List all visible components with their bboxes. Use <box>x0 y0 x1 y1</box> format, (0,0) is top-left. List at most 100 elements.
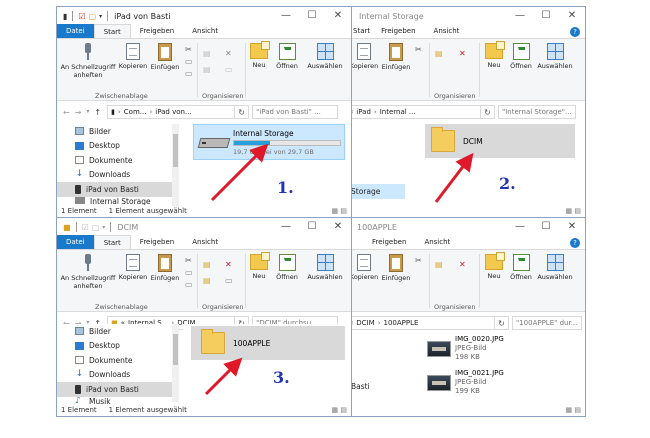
back-icon[interactable]: ← <box>63 108 70 117</box>
search-input[interactable]: "iPad von Basti" ... <box>252 105 339 119</box>
open-button[interactable]: Öffnen <box>508 254 534 281</box>
search-input[interactable]: "Internal Storage"... <box>498 105 576 119</box>
new-button[interactable]: Neu <box>483 41 505 69</box>
close-button[interactable]: ✕ <box>325 7 351 25</box>
new-folder-small-icon[interactable]: ▢ <box>89 12 97 21</box>
breadcrumb[interactable]: « DCIM › 100APPLE <box>345 316 495 330</box>
drive-item-internal-storage[interactable]: Internal Storage 19,7 GB frei von 29,7 G… <box>193 124 345 160</box>
copy-button[interactable]: Kopieren <box>117 254 149 281</box>
recent-dropdown-icon[interactable]: ▾ <box>86 108 89 117</box>
forward-icon[interactable]: → <box>75 108 82 117</box>
tab-ansicht[interactable]: Ansicht <box>183 235 227 249</box>
copy-to-icon[interactable]: ▤ <box>203 276 211 285</box>
refresh-icon[interactable]: ↻ <box>495 316 509 330</box>
tab-freigeben[interactable]: Freigeben <box>363 235 415 249</box>
nav-item-ipad[interactable]: iPad von Basti <box>57 382 172 397</box>
view-toggle-icons[interactable]: ▦ ▤ <box>566 207 581 215</box>
copy-path-icon[interactable]: ▭ <box>185 57 193 66</box>
paste-shortcut-icon[interactable]: ▭ <box>185 69 193 78</box>
tab-datei[interactable]: Datei <box>57 235 94 249</box>
breadcrumb-item[interactable]: Com... <box>124 108 147 116</box>
select-button[interactable]: Auswählen <box>535 254 575 281</box>
new-folder-small-icon[interactable]: ▢ <box>92 223 100 232</box>
maximize-button[interactable]: ☐ <box>533 218 559 236</box>
tab-datei[interactable]: Datei <box>57 24 94 38</box>
new-button[interactable]: Neu <box>483 252 505 280</box>
delete-icon[interactable]: ✕ <box>459 49 466 58</box>
move-to-icon[interactable]: ▤ <box>203 49 211 58</box>
move-to-icon[interactable]: ▤ <box>435 260 443 269</box>
open-button[interactable]: Öffnen <box>273 43 301 70</box>
tab-start[interactable]: Start <box>93 24 131 38</box>
minimize-button[interactable]: — <box>507 218 533 236</box>
minimize-button[interactable]: — <box>273 7 299 25</box>
view-toggle-icons[interactable]: ▦ ▤ <box>332 406 347 414</box>
delete-icon[interactable]: ✕ <box>459 260 466 269</box>
tab-freigeben[interactable]: Freigeben <box>372 24 424 38</box>
nav-item-desktop[interactable]: Desktop <box>57 339 172 354</box>
help-icon[interactable]: ? <box>570 27 580 37</box>
close-button[interactable]: ✕ <box>559 218 585 236</box>
folder-item-100apple[interactable]: 100APPLE <box>191 326 345 360</box>
cut-icon[interactable]: ✂ <box>415 45 422 54</box>
tab-freigeben[interactable]: Freigeben <box>131 24 183 38</box>
paste-button[interactable]: Einfügen <box>149 254 181 282</box>
breadcrumb-item[interactable]: iPad von... <box>155 108 191 116</box>
nav-item-downloads[interactable]: ↓ Downloads <box>57 168 172 183</box>
nav-item-bilder[interactable]: Bilder <box>57 124 172 139</box>
rename-icon[interactable]: ▭ <box>225 276 233 285</box>
breadcrumb-item[interactable]: iPad <box>356 108 371 116</box>
refresh-icon[interactable]: ↻ <box>481 105 495 119</box>
folder-item-dcim[interactable]: DCIM <box>425 124 575 158</box>
paste-button[interactable]: Einfügen <box>149 43 181 71</box>
breadcrumb[interactable]: ▮ › Com... › iPad von... <box>107 105 236 119</box>
navigation-scrollbar[interactable] <box>172 124 179 206</box>
maximize-button[interactable]: ☐ <box>299 7 325 25</box>
open-button[interactable]: Öffnen <box>273 254 301 281</box>
properties-icon[interactable]: ☑ <box>78 12 85 21</box>
move-to-icon[interactable]: ▤ <box>203 260 211 269</box>
maximize-button[interactable]: ☐ <box>533 7 559 25</box>
new-button[interactable]: Neu <box>247 41 271 69</box>
close-button[interactable]: ✕ <box>559 7 585 25</box>
copy-button[interactable]: Kopieren <box>349 254 379 281</box>
cut-icon[interactable]: ✂ <box>185 45 192 54</box>
minimize-button[interactable]: — <box>273 218 299 236</box>
search-input[interactable]: "100APPLE" dur... <box>512 316 582 330</box>
breadcrumb-item[interactable]: Internal ... <box>380 108 416 116</box>
refresh-icon[interactable]: ↻ <box>235 105 250 119</box>
nav-item-dokumente[interactable]: Dokumente <box>57 353 172 368</box>
maximize-button[interactable]: ☐ <box>299 218 325 236</box>
file-item[interactable]: IMG_0021.JPG JPEG-Bild 199 KB <box>427 369 504 396</box>
nav-item-dokumente[interactable]: Dokumente <box>57 153 172 168</box>
close-button[interactable]: ✕ <box>325 218 351 236</box>
properties-icon[interactable]: ☑ <box>82 223 89 232</box>
new-button[interactable]: Neu <box>247 252 271 280</box>
breadcrumb-item[interactable]: 100APPLE <box>384 319 419 327</box>
open-button[interactable]: Öffnen <box>508 43 534 70</box>
view-toggle-icons[interactable]: ▦ ▤ <box>566 406 581 414</box>
minimize-button[interactable]: — <box>507 7 533 25</box>
navigation-scrollbar[interactable] <box>172 324 179 402</box>
rename-icon[interactable]: ▭ <box>225 65 233 74</box>
nav-item-internal-storage[interactable]: Internal Storage <box>57 196 172 205</box>
tab-freigeben[interactable]: Freigeben <box>131 235 183 249</box>
paste-button[interactable]: Einfügen <box>381 43 411 71</box>
file-item[interactable]: IMG_0020.JPG JPEG-Bild 198 KB <box>427 335 504 362</box>
select-button[interactable]: Auswählen <box>535 43 575 70</box>
up-icon[interactable]: ↑ <box>94 108 101 117</box>
cut-icon[interactable]: ✂ <box>185 256 192 265</box>
dropdown-icon[interactable]: ▾ <box>99 13 102 20</box>
cut-icon[interactable]: ✂ <box>415 256 422 265</box>
nav-item-bilder[interactable]: Bilder <box>57 324 172 339</box>
pin-quick-access-button[interactable]: An Schnellzugriff anheften <box>59 254 117 290</box>
select-button[interactable]: Auswählen <box>303 43 347 70</box>
copy-button[interactable]: Kopieren <box>349 43 379 70</box>
delete-icon[interactable]: ✕ <box>225 260 232 269</box>
delete-icon[interactable]: ✕ <box>225 49 232 58</box>
copy-button[interactable]: Kopieren <box>117 43 149 70</box>
move-to-icon[interactable]: ▤ <box>435 49 443 58</box>
tab-ansicht[interactable]: Ansicht <box>183 24 227 38</box>
select-button[interactable]: Auswählen <box>303 254 347 281</box>
view-toggle-icons[interactable]: ▦ ▤ <box>332 207 347 215</box>
